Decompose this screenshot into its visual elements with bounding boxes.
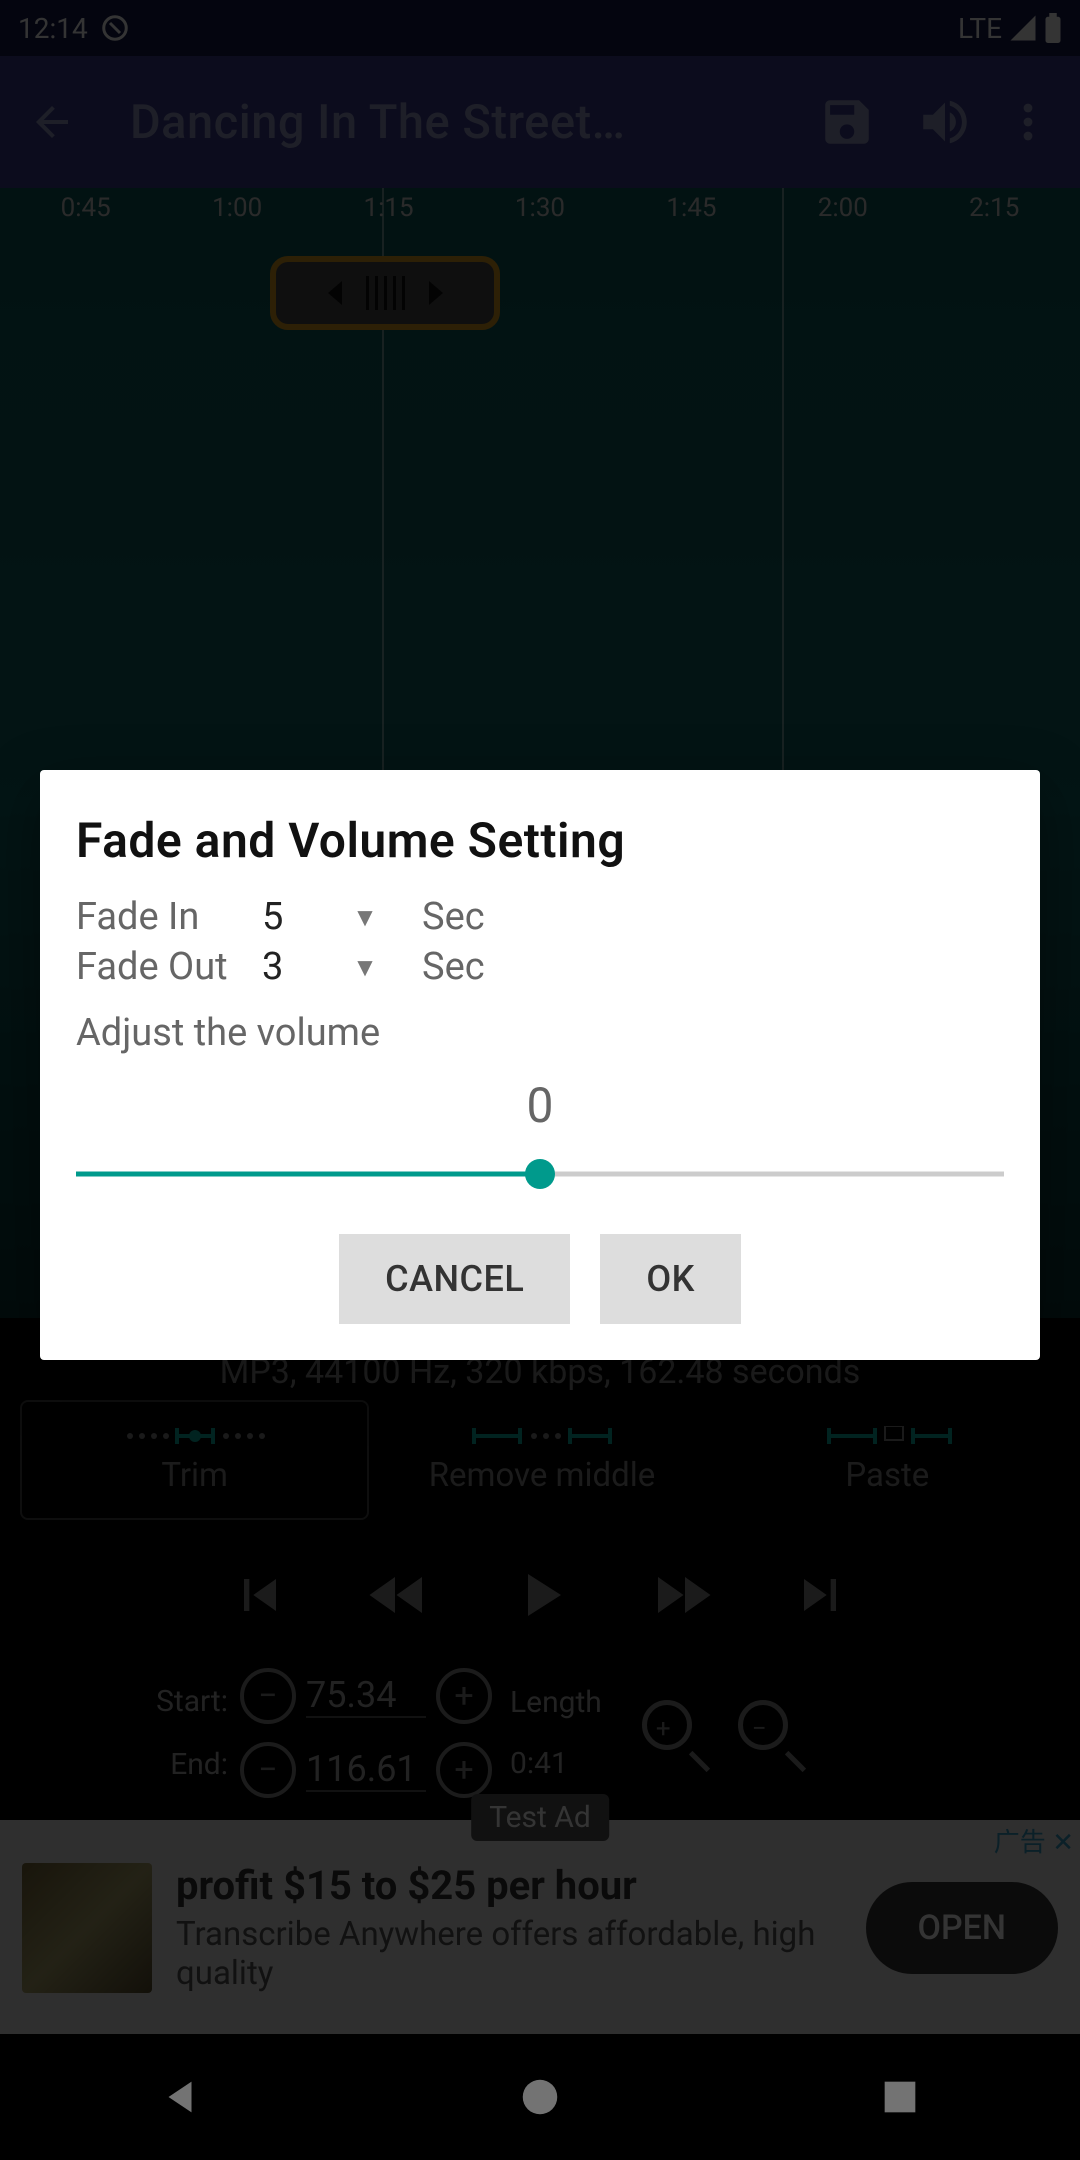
- fade-in-value[interactable]: 5: [262, 895, 322, 939]
- fade-in-dropdown-icon[interactable]: ▼: [330, 902, 400, 933]
- adjust-volume-label: Adjust the volume: [76, 1011, 1004, 1055]
- fade-in-unit: Sec: [422, 895, 485, 939]
- slider-thumb[interactable]: [525, 1159, 555, 1189]
- fade-volume-dialog: Fade and Volume Setting Fade In 5 ▼ Sec …: [40, 770, 1040, 1360]
- volume-slider[interactable]: [76, 1144, 1004, 1204]
- cancel-button[interactable]: CANCEL: [339, 1234, 570, 1324]
- dialog-title: Fade and Volume Setting: [76, 812, 1004, 869]
- volume-value: 0: [76, 1077, 1004, 1134]
- fade-out-value[interactable]: 3: [262, 945, 322, 989]
- ok-button[interactable]: OK: [600, 1234, 741, 1324]
- fade-out-dropdown-icon[interactable]: ▼: [330, 952, 400, 983]
- fade-in-label: Fade In: [76, 895, 254, 939]
- fade-out-unit: Sec: [422, 945, 485, 989]
- fade-out-label: Fade Out: [76, 945, 254, 989]
